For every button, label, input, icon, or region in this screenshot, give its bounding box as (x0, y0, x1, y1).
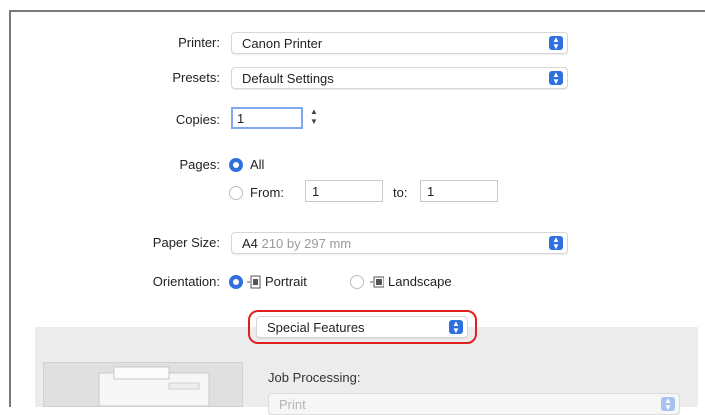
popup-arrows-icon: ▲ ▼ (449, 320, 463, 335)
pages-to-value: 1 (427, 184, 435, 199)
paper-size-value: A4 (242, 236, 258, 251)
presets-value: Default Settings (242, 71, 334, 86)
printer-value: Canon Printer (242, 36, 323, 51)
orientation-label: Orientation: (152, 274, 220, 289)
pages-label: Pages: (179, 157, 220, 172)
copies-stepper[interactable]: ▲ ▼ (307, 107, 321, 131)
window-frame-top (9, 10, 705, 12)
printer-popup[interactable]: Canon Printer ▲ ▼ (231, 32, 568, 54)
popup-arrows-icon: ▲ ▼ (661, 397, 675, 412)
section-popup-value: Special Features (267, 320, 365, 335)
copies-input[interactable]: 1 (231, 107, 303, 129)
portrait-icon (247, 275, 261, 289)
popup-arrows-icon: ▲ ▼ (549, 36, 563, 51)
popup-arrows-icon: ▲ ▼ (549, 236, 563, 251)
stepper-up-icon[interactable]: ▲ (307, 107, 321, 117)
pages-from-radio[interactable] (229, 186, 243, 200)
presets-label: Presets: (172, 70, 220, 85)
window-frame-left (9, 10, 11, 407)
job-processing-label: Job Processing: (268, 370, 361, 385)
job-processing-popup[interactable]: Print ▲ ▼ (268, 393, 680, 415)
orientation-landscape-radio[interactable] (350, 275, 364, 289)
pages-all-radio[interactable] (229, 158, 243, 172)
section-popup[interactable]: Special Features ▲ ▼ (256, 316, 468, 338)
preview-area (43, 362, 243, 407)
copies-label: Copies: (175, 112, 220, 127)
paper-size-dims: 210 by 297 mm (261, 236, 352, 251)
printer-preview-icon (98, 366, 210, 407)
paper-size-popup[interactable]: A4 210 by 297 mm ▲ ▼ (231, 232, 568, 254)
orientation-landscape-label: Landscape (388, 274, 452, 289)
pages-from-input[interactable]: 1 (305, 180, 383, 202)
pages-to-label: to: (393, 185, 408, 200)
pages-from-value: 1 (312, 184, 320, 199)
orientation-portrait-label: Portrait (265, 274, 307, 289)
pages-all-label: All (250, 157, 265, 172)
orientation-portrait-radio[interactable] (229, 275, 243, 289)
pages-to-input[interactable]: 1 (420, 180, 498, 202)
job-processing-value: Print (279, 397, 306, 412)
paper-size-label: Paper Size: (152, 235, 220, 250)
landscape-icon (370, 275, 385, 289)
stepper-down-icon[interactable]: ▼ (307, 117, 321, 127)
popup-arrows-icon: ▲ ▼ (549, 71, 563, 86)
copies-value: 1 (237, 111, 245, 126)
printer-label: Printer: (178, 35, 220, 50)
pages-from-label: From: (250, 185, 284, 200)
presets-popup[interactable]: Default Settings ▲ ▼ (231, 67, 568, 89)
